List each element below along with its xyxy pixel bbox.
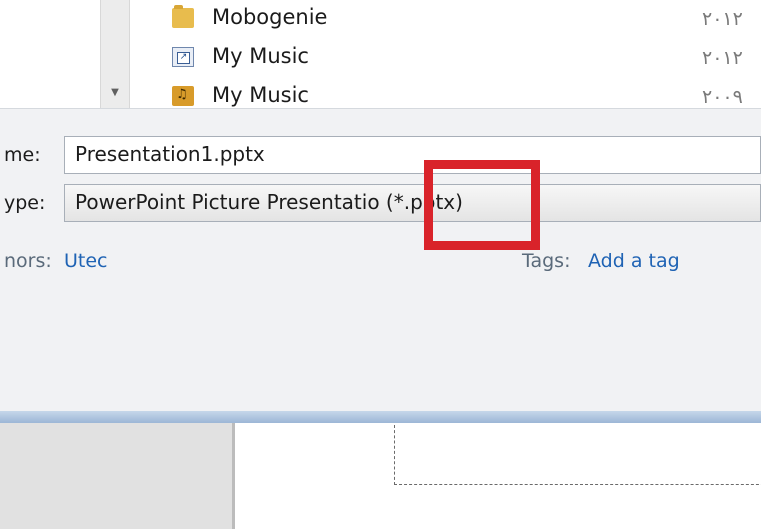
- authors-link[interactable]: Utec: [64, 248, 108, 274]
- file-list[interactable]: ▼ Mobogenie ٢٠١٢ ↗ My Music ٢٠١٢ My Musi…: [0, 0, 761, 108]
- filename-label: me:: [4, 144, 41, 166]
- file-name: My Music: [212, 83, 309, 107]
- filename-input[interactable]: Presentation1.pptx: [64, 136, 761, 174]
- folder-icon: [172, 5, 194, 28]
- authors-label: nors:: [4, 250, 52, 272]
- savetype-label: ype:: [4, 192, 46, 214]
- file-name: My Music: [212, 44, 309, 68]
- list-item[interactable]: My Music ٢٠٠٩: [172, 78, 761, 108]
- slide-placeholder: [394, 425, 761, 485]
- file-date: ٢٠١٢: [702, 8, 743, 30]
- tags-label: Tags:: [522, 250, 571, 272]
- highlight-annotation: [424, 160, 540, 250]
- savetype-select[interactable]: PowerPoint Picture Presentatio (*.pptx): [64, 184, 761, 222]
- shortcut-icon: ↗: [172, 47, 194, 67]
- scroll-down-arrow-icon[interactable]: ▼: [108, 88, 122, 98]
- music-folder-icon: [172, 86, 194, 106]
- save-form-panel: me: Presentation1.pptx ype: PowerPoint P…: [0, 108, 761, 411]
- list-item[interactable]: Mobogenie ٢٠١٢: [172, 0, 761, 36]
- file-date: ٢٠٠٩: [702, 86, 743, 108]
- slide-thumbnail-pane: [0, 423, 235, 529]
- dialog-bottom-border: [0, 411, 761, 423]
- add-tag-link[interactable]: Add a tag: [588, 248, 680, 274]
- list-item[interactable]: ↗ My Music ٢٠١٢: [172, 39, 761, 75]
- file-date: ٢٠١٢: [702, 47, 743, 69]
- file-name: Mobogenie: [212, 5, 328, 29]
